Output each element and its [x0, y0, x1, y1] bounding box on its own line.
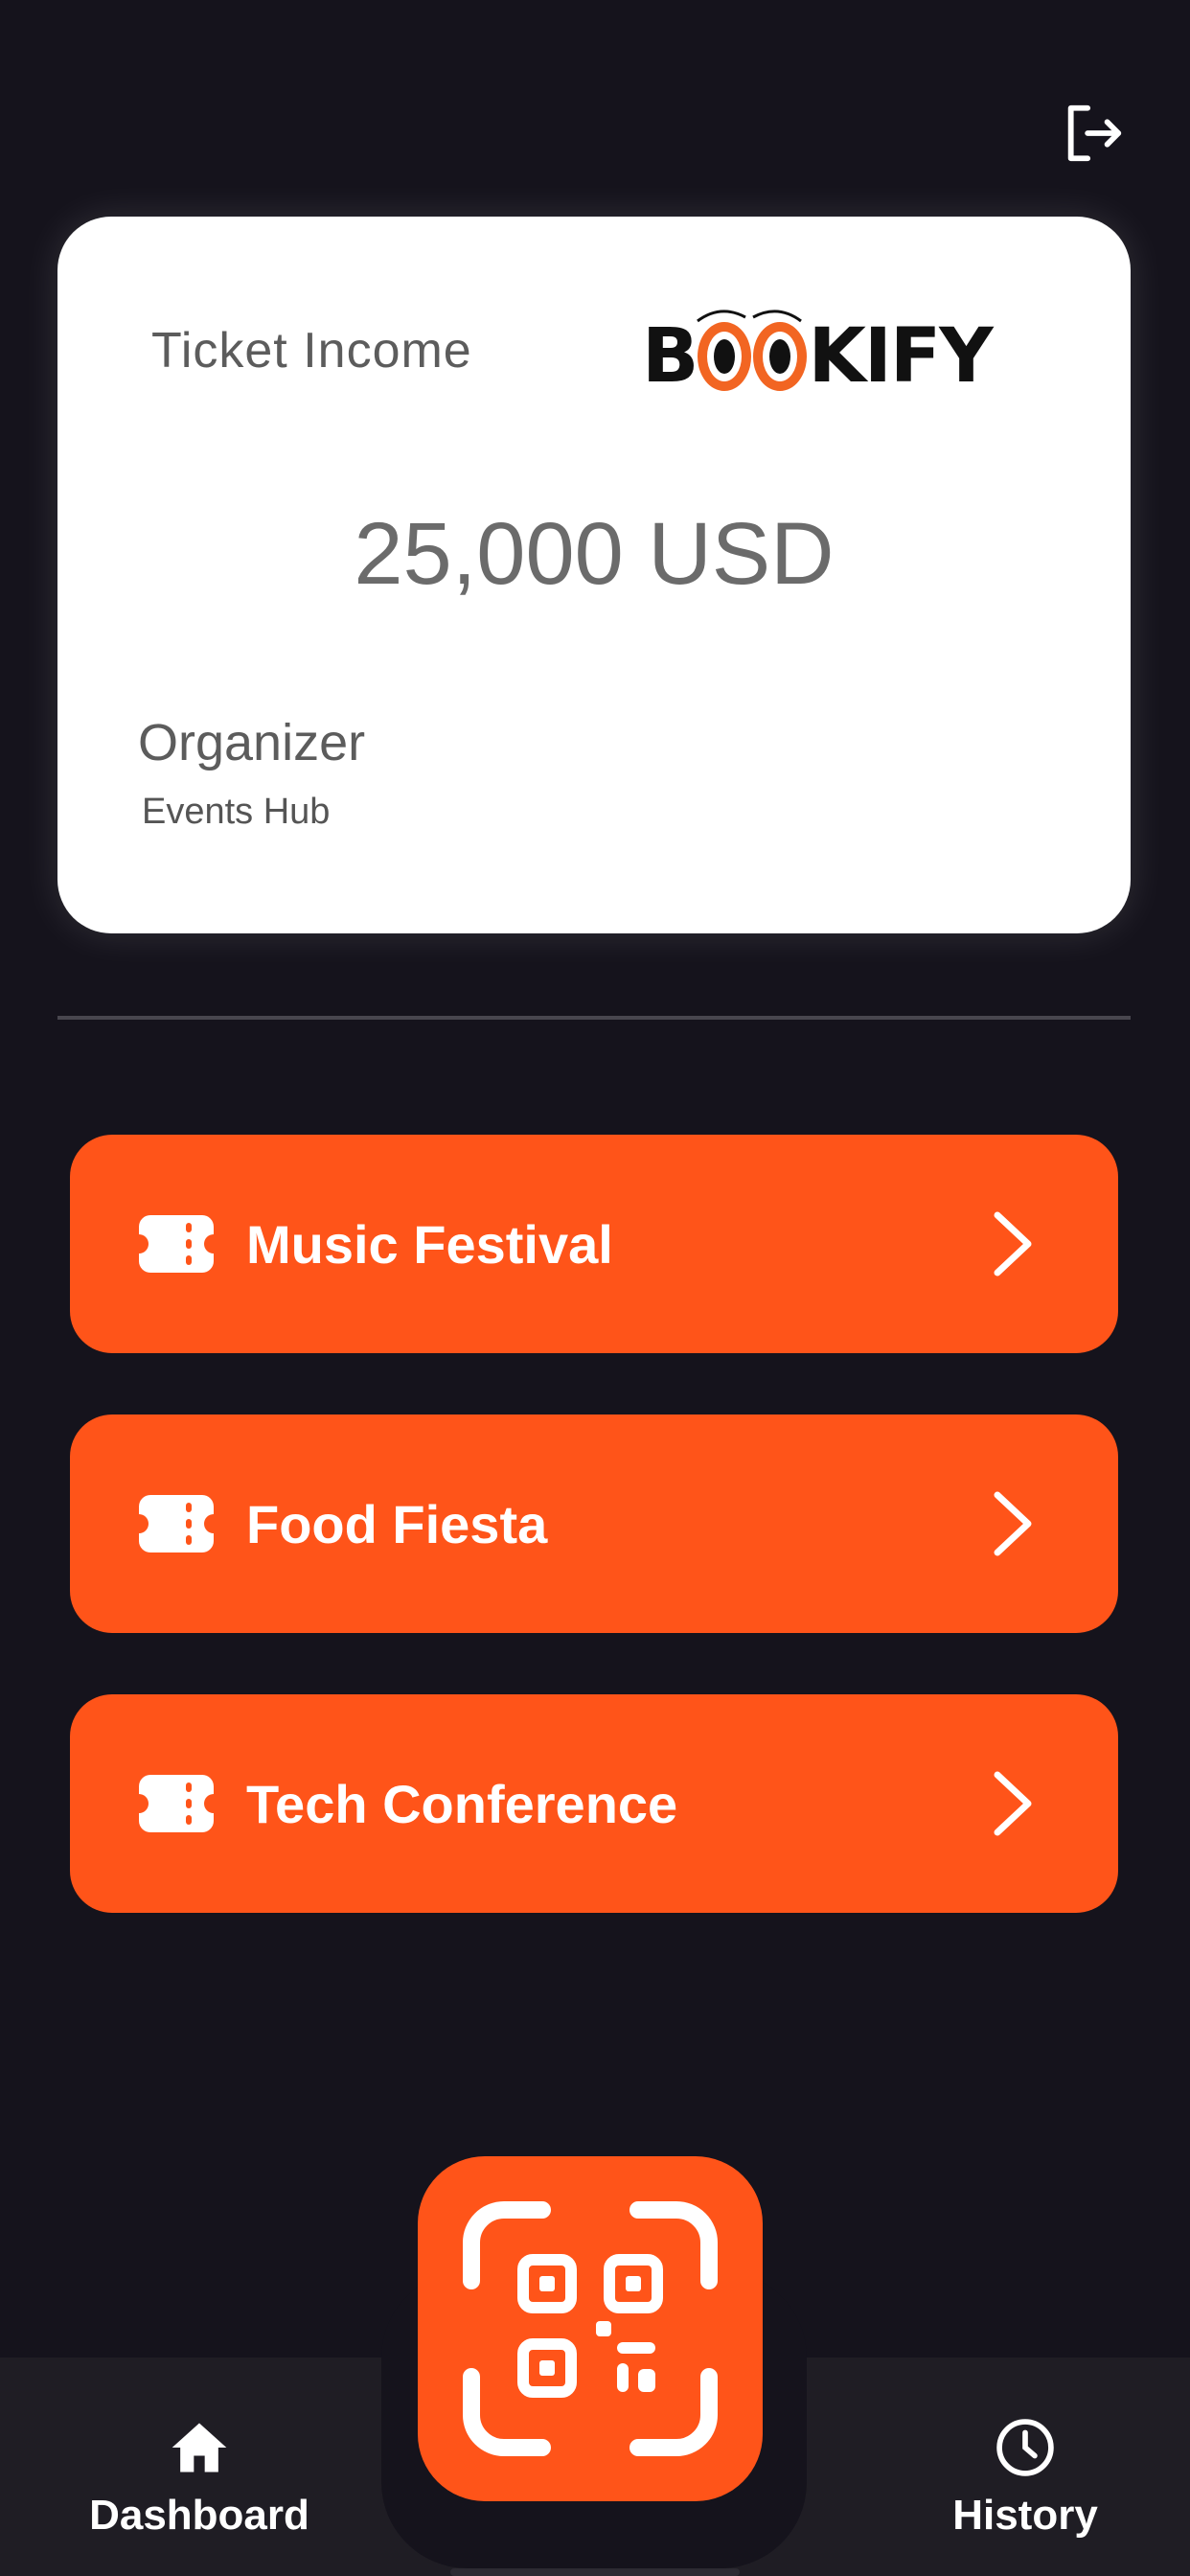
income-amount: 25,000 USD [354, 505, 835, 603]
chevron-right-icon [984, 1769, 1041, 1838]
divider [57, 1016, 1131, 1020]
home-icon [167, 2415, 232, 2480]
event-item-food-fiesta[interactable]: Food Fiesta [70, 1414, 1118, 1633]
organizer-label: Organizer [138, 714, 366, 771]
qr-scan-icon [463, 2201, 718, 2456]
event-label: Tech Conference [246, 1773, 678, 1834]
nav-history-label: History [952, 2492, 1098, 2539]
logout-button[interactable] [1060, 100, 1127, 167]
logo-letter-b: B [642, 313, 698, 400]
logo-eye-right [753, 322, 808, 391]
nav-dashboard[interactable]: Dashboard [84, 2415, 314, 2540]
nav-dashboard-label: Dashboard [89, 2492, 309, 2539]
ticket-icon [139, 1775, 214, 1832]
event-item-music-festival[interactable]: Music Festival [70, 1135, 1118, 1353]
logout-icon [1067, 104, 1122, 162]
logo-letters-kify: KIFY [808, 313, 993, 400]
ticket-icon [139, 1495, 214, 1552]
chevron-right-icon [984, 1489, 1041, 1558]
bookify-logo: B KIFY [642, 308, 1006, 403]
card-title: Ticket Income [151, 323, 472, 379]
ticket-income-card: Ticket Income B KIFY 25,000 USD Organize… [57, 217, 1131, 933]
organizer-name: Events Hub [142, 792, 331, 832]
event-item-tech-conference[interactable]: Tech Conference [70, 1694, 1118, 1913]
clock-icon [993, 2415, 1058, 2480]
home-indicator [450, 2568, 740, 2576]
chevron-right-icon [984, 1209, 1041, 1278]
event-label: Food Fiesta [246, 1493, 548, 1554]
nav-history[interactable]: History [910, 2415, 1140, 2540]
event-label: Music Festival [246, 1213, 613, 1275]
scan-qr-button[interactable] [418, 2156, 763, 2501]
ticket-icon [139, 1215, 214, 1273]
logo-eye-left [698, 322, 752, 391]
